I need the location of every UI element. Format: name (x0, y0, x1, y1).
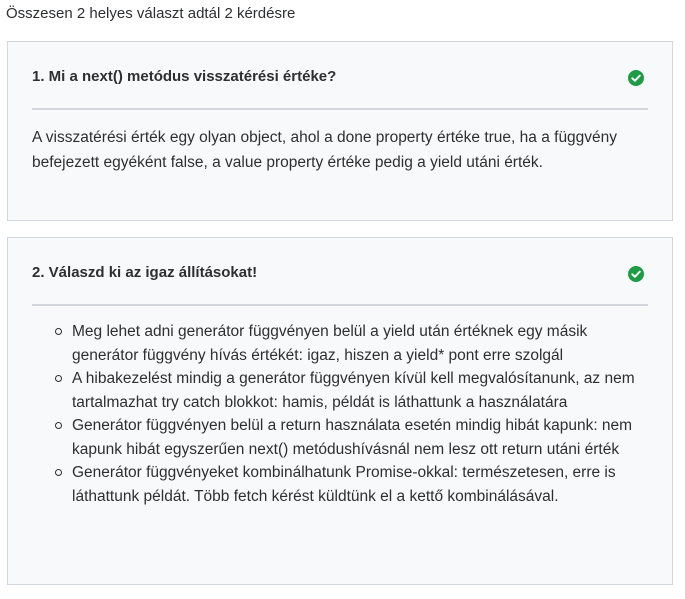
answer-item-text: A hibakezelést mindig a generátor függvé… (72, 370, 635, 411)
answer-item-text: Meg lehet adni generátor függvényen belü… (72, 323, 588, 364)
answer-item-text: Generátor függvényeket kombinálhatunk Pr… (72, 464, 616, 505)
bullet-icon (55, 375, 62, 382)
question-header: 2. Válaszd ki az igaz állításokat! (32, 264, 648, 306)
check-circle-icon (628, 266, 644, 282)
answer-item: Generátor függvényen belül a return hasz… (55, 414, 648, 461)
bullet-icon (55, 469, 62, 476)
results-summary: Összesen 2 helyes választ adtál 2 kérdés… (6, 5, 296, 22)
answer-item-text: Generátor függvényen belül a return hasz… (72, 417, 633, 458)
bullet-icon (55, 422, 62, 429)
answer-item: A hibakezelést mindig a generátor függvé… (55, 367, 648, 414)
question-card-2: 2. Válaszd ki az igaz állításokat! Meg l… (7, 237, 673, 585)
answer-item: Generátor függvényeket kombinálhatunk Pr… (55, 461, 648, 508)
question-title: 2. Válaszd ki az igaz állításokat! (32, 264, 258, 281)
question-card-1: 1. Mi a next() metódus visszatérési érté… (7, 41, 673, 221)
check-circle-icon (628, 70, 644, 86)
bullet-icon (55, 328, 62, 335)
answer-item: Meg lehet adni generátor függvényen belü… (55, 320, 648, 367)
answer-text: A visszatérési érték egy olyan object, a… (32, 129, 618, 171)
question-title: 1. Mi a next() metódus visszatérési érté… (32, 68, 337, 85)
answer-list: Meg lehet adni generátor függvényen belü… (32, 320, 648, 508)
question-header: 1. Mi a next() metódus visszatérési érté… (32, 68, 648, 110)
